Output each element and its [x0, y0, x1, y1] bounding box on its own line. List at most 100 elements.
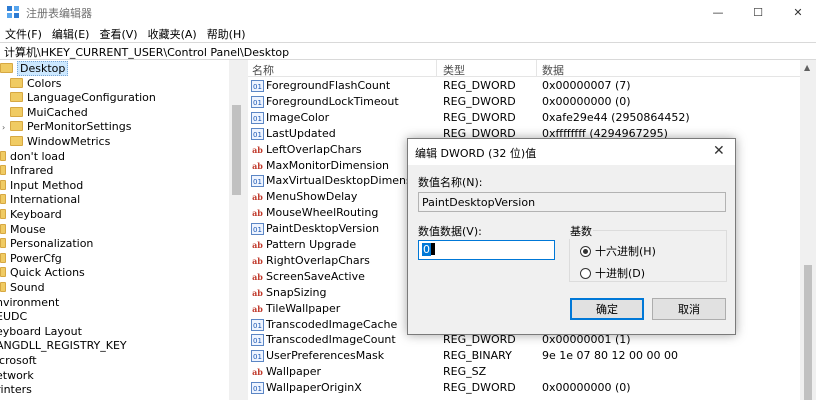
radio-hexadecimal[interactable]: 十六进制(H) [580, 243, 656, 259]
radio-dec-label: 十进制(D) [595, 267, 646, 280]
radio-selected-icon [580, 245, 591, 257]
value-name-cell: PaintDesktopVersion [266, 222, 380, 236]
table-row[interactable]: 01 WallpaperOriginX REG_DWORD 0x00000000 (0… [248, 380, 800, 396]
tree-item[interactable]: › PerMonitorSettings [2, 119, 131, 134]
tree-item-label: Input Method [10, 178, 84, 192]
tree-item[interactable]: Infrared [0, 163, 53, 178]
value-data-input[interactable]: 0 [418, 240, 555, 260]
menu-edit[interactable]: 编辑(E) [47, 24, 95, 42]
value-data-label: 数值数据(V): [418, 225, 482, 238]
tree-item-label: don't load [10, 149, 66, 163]
tree-item-label: EUDC [0, 310, 28, 324]
table-row[interactable]: 01 UserPreferencesMask REG_BINARY 9e 1e 07 … [248, 348, 800, 364]
menu-favorites[interactable]: 收藏夹(A) [143, 24, 202, 42]
value-name-cell: MouseWheelRouting [266, 206, 379, 220]
tree-scrollbar-thumb[interactable] [232, 105, 241, 195]
tree-item[interactable]: Desktop [0, 61, 69, 76]
registry-tree: Desktop Colors LanguageConfiguration MuiCac… [0, 60, 244, 400]
menu-help[interactable]: 帮助(H) [202, 24, 251, 42]
cancel-button[interactable]: 取消 [652, 298, 726, 320]
title-bar: 注册表编辑器 — ☐ ✕ [0, 0, 816, 24]
tree-item-label: MuiCached [27, 105, 88, 119]
tree-item-label: Infrared [10, 164, 54, 178]
tree-item[interactable]: icrosoft [0, 353, 37, 368]
list-scrollbar-thumb[interactable] [804, 265, 812, 400]
tree-item-label: Desktop [17, 61, 69, 76]
close-window-button[interactable]: ✕ [775, 0, 816, 24]
binary-value-icon: 01 [251, 318, 264, 331]
value-name-cell: TranscodedImageCache [266, 317, 398, 331]
value-name-cell: ImageColor [266, 110, 330, 124]
list-scrollbar[interactable]: ▲ [800, 60, 816, 400]
maximize-icon: ☐ [753, 5, 763, 19]
table-row[interactable]: ab Wallpaper REG_SZ [248, 364, 800, 380]
tree-item[interactable]: don't load [0, 149, 65, 164]
tree-item[interactable]: Keyboard [0, 207, 62, 222]
tree-item[interactable]: nvironment [0, 295, 59, 310]
tree-item[interactable]: LanguageConfiguration [2, 90, 156, 105]
ok-button[interactable]: 确定 [570, 298, 644, 320]
tree-item-label: WindowMetrics [27, 135, 111, 148]
string-value-icon: ab [252, 240, 263, 250]
value-name-cell: ForegroundFlashCount [266, 79, 391, 92]
value-name-cell: Pattern Upgrade [266, 238, 357, 251]
column-header-type[interactable]: 类型 [443, 62, 465, 78]
tree-item-label: PerMonitorSettings [27, 120, 132, 134]
value-name-field: PaintDesktopVersion [418, 192, 726, 212]
tree-item[interactable]: EUDC [0, 309, 27, 324]
binary-value-icon: 01 [251, 175, 264, 188]
menu-file[interactable]: 文件(F) [0, 24, 47, 42]
folder-icon [0, 223, 6, 234]
value-name-cell: MenuShowDelay [266, 190, 358, 204]
tree-item[interactable]: WindowMetrics [2, 134, 110, 149]
address-bar[interactable]: 计算机\HKEY_CURRENT_USER\Control Panel\Desk… [0, 42, 816, 60]
value-name-cell: RightOverlapChars [266, 253, 370, 267]
value-name-text: PaintDesktopVersion [422, 196, 536, 209]
tree-item[interactable]: Sound [0, 280, 45, 295]
tree-item-label: PowerCfg [10, 251, 62, 265]
tree-item[interactable]: Mouse [0, 222, 46, 237]
scroll-up-icon[interactable]: ▲ [804, 63, 810, 72]
value-type-cell: REG_BINARY [443, 349, 512, 363]
folder-icon [10, 121, 23, 132]
close-icon: ✕ [793, 5, 803, 19]
value-type-cell: REG_DWORD [443, 79, 516, 92]
tree-item-label: ANGDLL_REGISTRY_KEY [0, 339, 127, 353]
tree-item-label: eyboard Layout [0, 324, 82, 338]
tree-item[interactable]: Personalization [0, 236, 93, 251]
tree-item[interactable]: etwork [0, 368, 34, 383]
column-header-data[interactable]: 数据 [542, 62, 564, 78]
tree-item[interactable]: Input Method [0, 178, 83, 193]
value-data-text: 0 [422, 243, 431, 256]
table-row[interactable]: 01 ForegroundFlashCount REG_DWORD 0x0000000… [248, 78, 800, 94]
tree-item[interactable]: eyboard Layout [0, 324, 82, 339]
string-value-icon: ab [252, 367, 263, 378]
tree-item-label: Personalization [10, 237, 94, 251]
tree-item-label: Keyboard [10, 208, 62, 221]
tree-item[interactable]: Quick Actions [0, 265, 85, 280]
table-row[interactable]: 01 ImageColor REG_DWORD 0xafe29e44 (2950864… [248, 110, 800, 126]
column-divider[interactable] [536, 60, 537, 77]
radio-decimal[interactable]: 十进制(D) [580, 265, 645, 281]
string-value-icon: ab [252, 255, 263, 266]
tree-item[interactable]: International [0, 192, 80, 207]
binary-value-icon: 01 [251, 80, 264, 92]
tree-item[interactable]: rinters [0, 382, 32, 397]
string-value-icon: ab [252, 208, 263, 219]
column-divider[interactable] [436, 60, 437, 77]
window-title: 注册表编辑器 [26, 7, 92, 20]
tree-item[interactable]: PowerCfg [0, 251, 62, 266]
folder-icon [0, 150, 6, 161]
dialog-close-icon[interactable]: ✕ [713, 143, 725, 159]
table-row[interactable]: 01 ForegroundLockTimeout REG_DWORD 0x000000… [248, 94, 800, 110]
tree-item[interactable]: ANGDLL_REGISTRY_KEY [0, 338, 127, 353]
tree-scrollbar[interactable] [229, 60, 244, 400]
address-path[interactable]: 计算机\HKEY_CURRENT_USER\Control Panel\Desk… [4, 44, 289, 60]
tree-item[interactable]: Colors [2, 76, 61, 91]
tree-item-label: etwork [0, 368, 34, 382]
column-header-name[interactable]: 名称 [252, 62, 274, 78]
tree-item-label: Quick Actions [10, 266, 85, 280]
menu-view[interactable]: 查看(V) [94, 24, 142, 42]
tree-item[interactable]: MuiCached [2, 105, 88, 120]
folder-icon [10, 106, 23, 117]
